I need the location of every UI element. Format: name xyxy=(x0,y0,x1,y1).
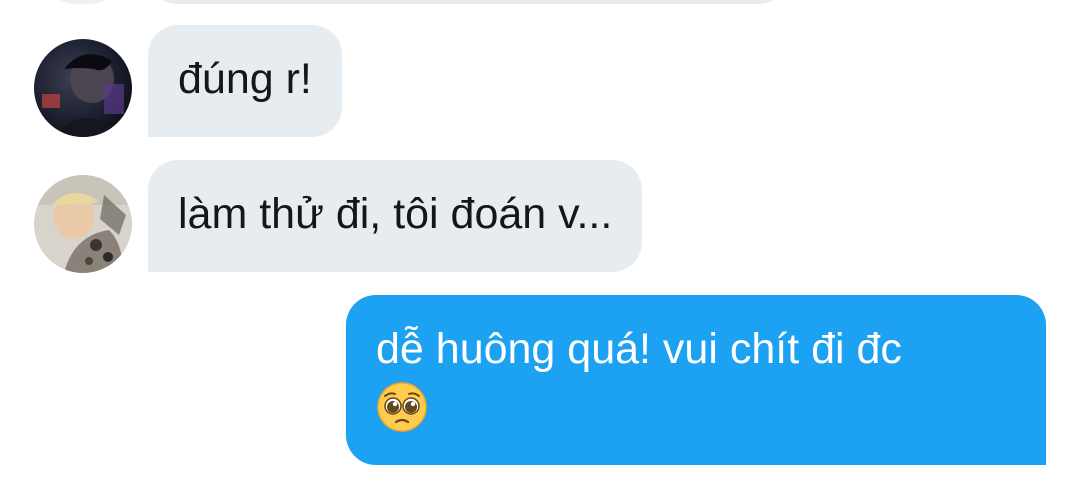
message-text: đúng r! xyxy=(178,55,312,103)
avatar-partial xyxy=(34,0,132,4)
user-avatar-dark-photo xyxy=(34,39,132,137)
pleading-face-emoji xyxy=(376,381,428,447)
message-text: làm thử đi, tôi đoán v... xyxy=(178,190,613,238)
sender-avatar[interactable] xyxy=(34,175,132,273)
sender-avatar[interactable] xyxy=(34,39,132,137)
message-bubble-incoming[interactable]: làm thử đi, tôi đoán v... xyxy=(148,160,643,272)
chat-conversation: đúng r! làm thử đi, tôi đoán v... dễ huô… xyxy=(0,0,1080,493)
message-bubble-incoming[interactable]: đúng r! xyxy=(148,25,342,137)
message-text: dễ huông quá! vui chít đi đc xyxy=(376,325,902,373)
message-bubble-partial[interactable] xyxy=(148,0,788,4)
user-avatar-light-photo xyxy=(34,175,132,273)
message-bubble-outgoing[interactable]: dễ huông quá! vui chít đi đc xyxy=(346,295,1046,465)
